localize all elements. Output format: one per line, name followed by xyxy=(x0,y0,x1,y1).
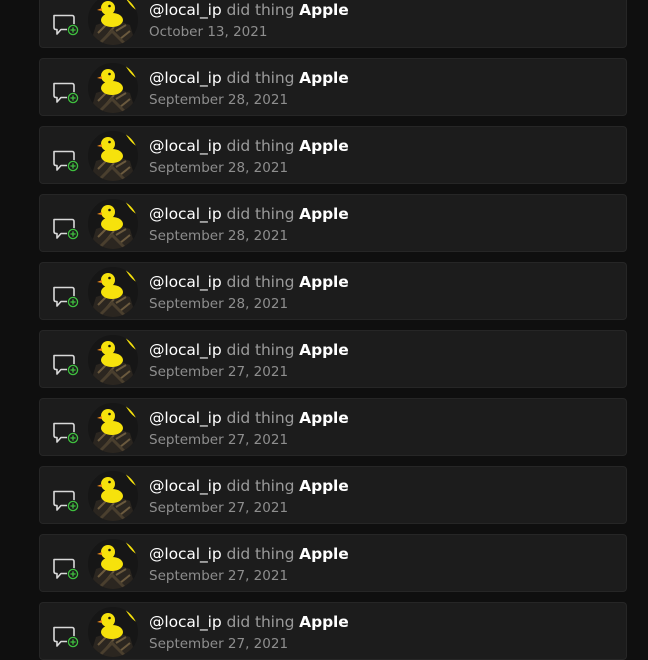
user-handle-link[interactable]: @local_ip xyxy=(149,409,222,427)
activity-date: September 27, 2021 xyxy=(149,500,289,516)
activity-summary: @local_ip did thing Apple xyxy=(149,204,349,224)
action-text: did thing xyxy=(226,1,295,19)
activity-card[interactable]: @local_ip did thing Apple September 28, … xyxy=(39,262,627,320)
activity-date: September 28, 2021 xyxy=(149,160,289,176)
rubber-duck-avatar[interactable] xyxy=(88,471,138,521)
comment-add-icon xyxy=(52,625,80,649)
comment-add-icon xyxy=(52,13,80,37)
user-handle-link[interactable]: @local_ip xyxy=(149,1,222,19)
target-link[interactable]: Apple xyxy=(299,341,349,359)
activity-card[interactable]: @local_ip did thing Apple September 28, … xyxy=(39,194,627,252)
activity-card[interactable]: @local_ip did thing Apple September 27, … xyxy=(39,534,627,592)
target-link[interactable]: Apple xyxy=(299,137,349,155)
activity-card[interactable]: @local_ip did thing Apple September 27, … xyxy=(39,330,627,388)
target-link[interactable]: Apple xyxy=(299,273,349,291)
activity-card[interactable]: @local_ip did thing Apple September 27, … xyxy=(39,602,627,660)
activity-summary: @local_ip did thing Apple xyxy=(149,136,349,156)
target-link[interactable]: Apple xyxy=(299,477,349,495)
activity-date: September 27, 2021 xyxy=(149,636,289,652)
target-link[interactable]: Apple xyxy=(299,409,349,427)
target-link[interactable]: Apple xyxy=(299,69,349,87)
rubber-duck-avatar[interactable] xyxy=(88,267,138,317)
rubber-duck-avatar[interactable] xyxy=(88,0,138,45)
activity-card[interactable]: @local_ip did thing Apple September 27, … xyxy=(39,466,627,524)
activity-date: September 27, 2021 xyxy=(149,364,289,380)
activity-date: September 27, 2021 xyxy=(149,432,289,448)
activity-summary: @local_ip did thing Apple xyxy=(149,544,349,564)
action-text: did thing xyxy=(226,613,295,631)
user-handle-link[interactable]: @local_ip xyxy=(149,341,222,359)
comment-add-icon xyxy=(52,557,80,581)
rubber-duck-avatar[interactable] xyxy=(88,403,138,453)
activity-summary: @local_ip did thing Apple xyxy=(149,408,349,428)
activity-card[interactable]: @local_ip did thing Apple September 28, … xyxy=(39,58,627,116)
activity-text: @local_ip did thing Apple October 13, 20… xyxy=(149,0,349,41)
rubber-duck-avatar[interactable] xyxy=(88,199,138,249)
action-text: did thing xyxy=(226,69,295,87)
rubber-duck-avatar[interactable] xyxy=(88,131,138,181)
activity-feed: @local_ip did thing Apple October 13, 20… xyxy=(0,0,648,660)
user-handle-link[interactable]: @local_ip xyxy=(149,137,222,155)
comment-add-icon xyxy=(52,353,80,377)
activity-text: @local_ip did thing Apple September 27, … xyxy=(149,612,349,653)
activity-text: @local_ip did thing Apple September 27, … xyxy=(149,340,349,381)
activity-text: @local_ip did thing Apple September 27, … xyxy=(149,476,349,517)
action-text: did thing xyxy=(226,545,295,563)
comment-add-icon xyxy=(52,217,80,241)
action-text: did thing xyxy=(226,137,295,155)
comment-add-icon xyxy=(52,489,80,513)
action-text: did thing xyxy=(226,205,295,223)
activity-summary: @local_ip did thing Apple xyxy=(149,272,349,292)
rubber-duck-avatar[interactable] xyxy=(88,539,138,589)
activity-summary: @local_ip did thing Apple xyxy=(149,340,349,360)
activity-card[interactable]: @local_ip did thing Apple September 28, … xyxy=(39,126,627,184)
rubber-duck-avatar[interactable] xyxy=(88,63,138,113)
target-link[interactable]: Apple xyxy=(299,545,349,563)
user-handle-link[interactable]: @local_ip xyxy=(149,69,222,87)
action-text: did thing xyxy=(226,341,295,359)
comment-add-icon xyxy=(52,81,80,105)
activity-summary: @local_ip did thing Apple xyxy=(149,476,349,496)
rubber-duck-avatar[interactable] xyxy=(88,607,138,657)
user-handle-link[interactable]: @local_ip xyxy=(149,545,222,563)
comment-add-icon xyxy=(52,421,80,445)
user-handle-link[interactable]: @local_ip xyxy=(149,205,222,223)
activity-text: @local_ip did thing Apple September 27, … xyxy=(149,408,349,449)
activity-text: @local_ip did thing Apple September 28, … xyxy=(149,204,349,245)
activity-summary: @local_ip did thing Apple xyxy=(149,0,349,20)
target-link[interactable]: Apple xyxy=(299,613,349,631)
target-link[interactable]: Apple xyxy=(299,205,349,223)
target-link[interactable]: Apple xyxy=(299,1,349,19)
comment-add-icon xyxy=(52,285,80,309)
activity-text: @local_ip did thing Apple September 28, … xyxy=(149,272,349,313)
activity-date: September 28, 2021 xyxy=(149,92,289,108)
action-text: did thing xyxy=(226,409,295,427)
activity-text: @local_ip did thing Apple September 28, … xyxy=(149,136,349,177)
activity-text: @local_ip did thing Apple September 27, … xyxy=(149,544,349,585)
activity-card[interactable]: @local_ip did thing Apple October 13, 20… xyxy=(39,0,627,48)
comment-add-icon xyxy=(52,149,80,173)
activity-text: @local_ip did thing Apple September 28, … xyxy=(149,68,349,109)
user-handle-link[interactable]: @local_ip xyxy=(149,477,222,495)
activity-date: September 27, 2021 xyxy=(149,568,289,584)
user-handle-link[interactable]: @local_ip xyxy=(149,613,222,631)
action-text: did thing xyxy=(226,477,295,495)
action-text: did thing xyxy=(226,273,295,291)
activity-card[interactable]: @local_ip did thing Apple September 27, … xyxy=(39,398,627,456)
activity-date: October 13, 2021 xyxy=(149,24,268,40)
activity-summary: @local_ip did thing Apple xyxy=(149,68,349,88)
user-handle-link[interactable]: @local_ip xyxy=(149,273,222,291)
activity-summary: @local_ip did thing Apple xyxy=(149,612,349,632)
activity-date: September 28, 2021 xyxy=(149,228,289,244)
activity-date: September 28, 2021 xyxy=(149,296,289,312)
rubber-duck-avatar[interactable] xyxy=(88,335,138,385)
